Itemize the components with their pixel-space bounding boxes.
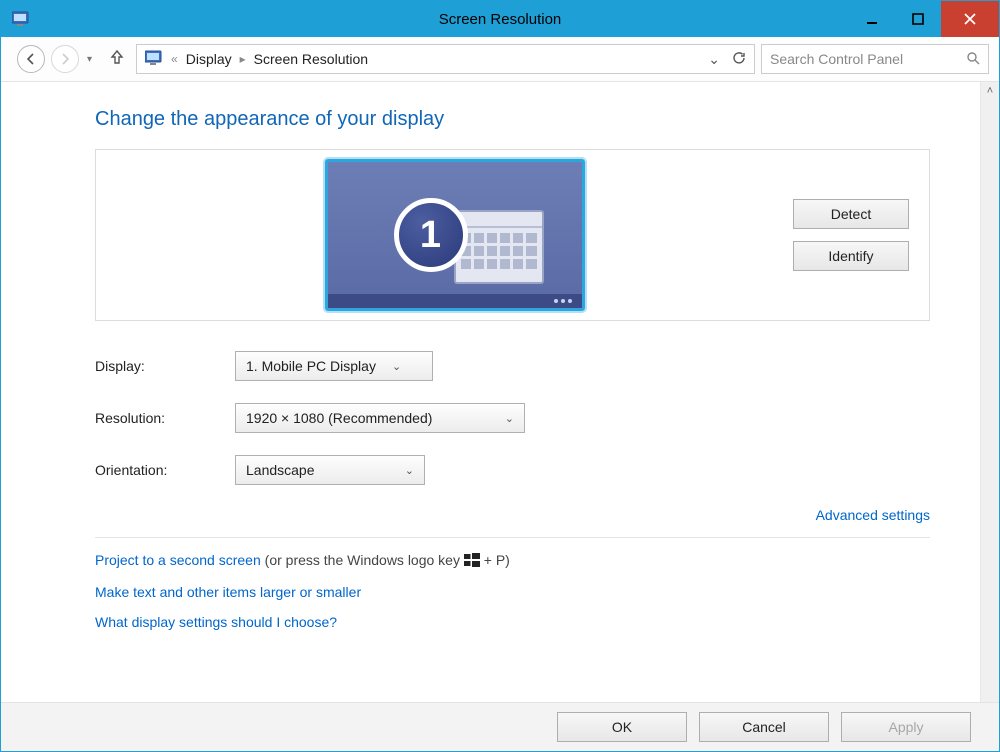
- content: Change the appearance of your display: [1, 82, 980, 702]
- detect-button[interactable]: Detect: [793, 199, 909, 229]
- display-help-link[interactable]: What display settings should I choose?: [95, 614, 337, 630]
- project-second-screen-link[interactable]: Project to a second screen: [95, 552, 261, 568]
- monitor-number: 1: [394, 198, 468, 272]
- resolution-select[interactable]: 1920 × 1080 (Recommended) ⌄: [235, 403, 525, 433]
- text-size-link[interactable]: Make text and other items larger or smal…: [95, 584, 361, 600]
- breadcrumb-root-glyph: «: [167, 52, 182, 66]
- breadcrumb-dropdown[interactable]: ⌄: [708, 51, 720, 68]
- breadcrumb-item-display[interactable]: Display: [186, 51, 232, 67]
- display-select[interactable]: 1. Mobile PC Display ⌄: [235, 351, 433, 381]
- app-icon: [11, 9, 31, 29]
- window: Screen Resolution ▾: [0, 0, 1000, 752]
- titlebar: Screen Resolution: [1, 1, 999, 37]
- back-button[interactable]: [17, 45, 45, 73]
- breadcrumb[interactable]: « Display ▸ Screen Resolution ⌄: [136, 44, 755, 74]
- refresh-icon[interactable]: [732, 51, 746, 68]
- orientation-label: Orientation:: [95, 462, 235, 478]
- dialog-footer: OK Cancel Apply: [1, 702, 999, 751]
- orientation-select[interactable]: Landscape ⌄: [235, 455, 425, 485]
- chevron-down-icon: ⌄: [505, 412, 514, 425]
- identify-button[interactable]: Identify: [793, 241, 909, 271]
- search-placeholder: Search Control Panel: [770, 51, 903, 67]
- breadcrumb-item-screen-resolution[interactable]: Screen Resolution: [254, 51, 368, 67]
- orientation-value: Landscape: [246, 462, 315, 478]
- scroll-up-icon[interactable]: ˄: [981, 82, 999, 100]
- vertical-scrollbar[interactable]: ˄: [980, 82, 999, 702]
- page-title: Change the appearance of your display: [95, 108, 930, 131]
- client-area: Change the appearance of your display: [1, 82, 999, 702]
- search-input[interactable]: Search Control Panel: [761, 44, 989, 74]
- forward-button[interactable]: [51, 45, 79, 73]
- project-suffix-after: + P): [480, 552, 510, 568]
- resolution-value: 1920 × 1080 (Recommended): [246, 410, 432, 426]
- keypad-icon: [454, 210, 544, 284]
- chevron-down-icon: ⌄: [392, 360, 401, 373]
- close-button[interactable]: [941, 1, 999, 37]
- cancel-button[interactable]: Cancel: [699, 712, 829, 742]
- chevron-right-icon: ▸: [236, 52, 250, 66]
- ok-button[interactable]: OK: [557, 712, 687, 742]
- project-line: Project to a second screen (or press the…: [95, 552, 930, 570]
- display-value: 1. Mobile PC Display: [246, 358, 376, 374]
- project-suffix-before: (or press the Windows logo key: [261, 552, 464, 568]
- maximize-button[interactable]: [895, 1, 941, 37]
- monitor-taskbar-icon: [328, 294, 582, 308]
- windows-key-icon: [464, 553, 480, 570]
- up-button[interactable]: [104, 49, 130, 69]
- explorer-bar: ▾ « Display ▸ Screen Resolution ⌄: [1, 37, 999, 82]
- resolution-label: Resolution:: [95, 410, 235, 426]
- separator: [95, 537, 930, 538]
- minimize-button[interactable]: [849, 1, 895, 37]
- history-dropdown[interactable]: ▾: [85, 54, 98, 65]
- search-icon: [966, 51, 980, 68]
- window-controls: [849, 1, 999, 37]
- chevron-down-icon: ⌄: [405, 464, 414, 477]
- advanced-settings-link[interactable]: Advanced settings: [816, 507, 930, 523]
- display-preview: 1 Detect Identify: [95, 149, 930, 321]
- display-label: Display:: [95, 358, 235, 374]
- monitor-thumbnail-1[interactable]: 1: [325, 159, 585, 311]
- breadcrumb-icon: [145, 50, 163, 69]
- apply-button[interactable]: Apply: [841, 712, 971, 742]
